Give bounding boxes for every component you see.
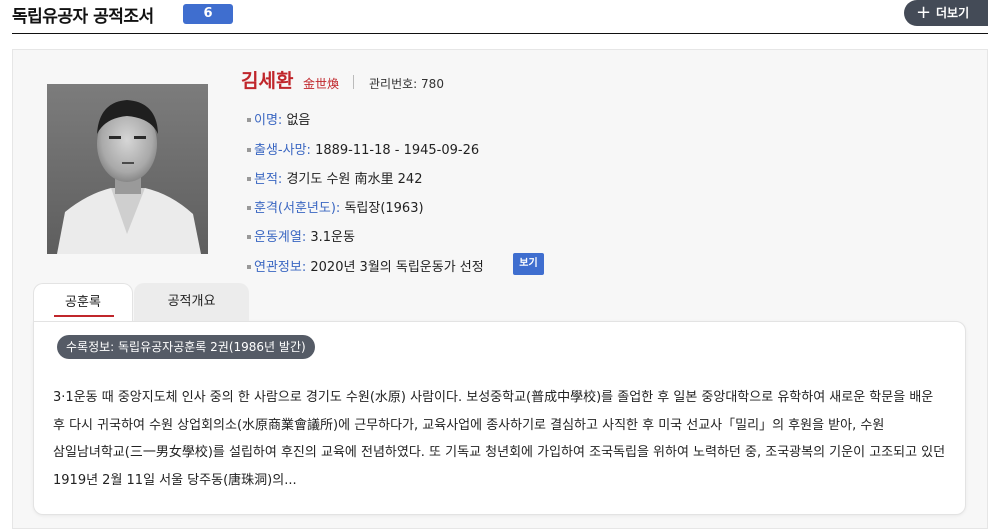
field-alias: 이명: 없음 bbox=[247, 109, 310, 128]
tab-label: 공훈록 bbox=[65, 295, 101, 310]
field-value: 1889-11-18 - 1945-09-26 bbox=[315, 143, 480, 158]
bullet-icon bbox=[247, 264, 251, 269]
section-title: 독립유공자 공적조서 bbox=[12, 7, 154, 27]
section-header: 독립유공자 공적조서 6 + 더보기 bbox=[0, 0, 988, 34]
management-number: 관리번호: 780 bbox=[369, 75, 444, 92]
field-label: 운동계열: bbox=[254, 230, 307, 245]
person-name: 김세환 bbox=[241, 70, 294, 92]
active-tab-underline bbox=[54, 315, 114, 317]
field-label: 연관정보: bbox=[254, 260, 307, 275]
tab-label: 공적개요 bbox=[167, 294, 216, 309]
management-value: 780 bbox=[421, 77, 444, 91]
bullet-icon bbox=[247, 117, 251, 122]
bullet-icon bbox=[247, 234, 251, 239]
field-birth-death: 출생-사망: 1889-11-18 - 1945-09-26 bbox=[247, 139, 479, 158]
view-button[interactable]: 보기 bbox=[513, 253, 544, 275]
count-badge: 6 bbox=[183, 4, 233, 24]
portrait-image bbox=[47, 84, 208, 254]
field-value: 2020년 3월의 독립운동가 선정 bbox=[310, 260, 484, 275]
bullet-icon bbox=[247, 205, 251, 210]
person-name-hanja: 金世煥 bbox=[303, 77, 340, 91]
field-label: 이명: bbox=[254, 113, 283, 128]
name-separator bbox=[353, 75, 354, 89]
bullet-icon bbox=[247, 147, 251, 152]
field-label: 본적: bbox=[254, 172, 283, 187]
field-label: 훈격(서훈년도): bbox=[254, 201, 341, 216]
field-movement: 운동계열: 3.1운동 bbox=[247, 226, 355, 245]
field-value: 없음 bbox=[286, 113, 311, 128]
bullet-icon bbox=[247, 176, 251, 181]
field-value: 독립장(1963) bbox=[344, 201, 424, 216]
field-value: 경기도 수원 南水里 242 bbox=[286, 172, 423, 187]
field-value: 3.1운동 bbox=[310, 230, 355, 245]
merit-description: 3·1운동 때 중앙지도체 인사 중의 한 사람으로 경기도 수원(水原) 사람… bbox=[53, 390, 946, 488]
field-related-info: 연관정보: 2020년 3월의 독립운동가 선정 bbox=[247, 256, 484, 275]
record-source-badge: 수록정보: 독립유공자공훈록 2권(1986년 발간) bbox=[57, 335, 315, 359]
tab-merit-summary[interactable]: 공적개요 bbox=[134, 283, 249, 321]
more-button[interactable]: + 더보기 bbox=[904, 0, 988, 26]
header-divider bbox=[12, 33, 988, 34]
portrait-photo bbox=[47, 84, 208, 254]
field-label: 출생-사망: bbox=[254, 143, 311, 158]
field-decoration: 훈격(서훈년도): 독립장(1963) bbox=[247, 197, 424, 216]
plus-icon: + bbox=[916, 2, 932, 23]
management-label: 관리번호: bbox=[369, 77, 418, 91]
field-domicile: 본적: 경기도 수원 南水里 242 bbox=[247, 168, 422, 187]
tab-merit-record[interactable]: 공훈록 bbox=[33, 283, 133, 321]
more-button-label: 더보기 bbox=[936, 6, 970, 20]
